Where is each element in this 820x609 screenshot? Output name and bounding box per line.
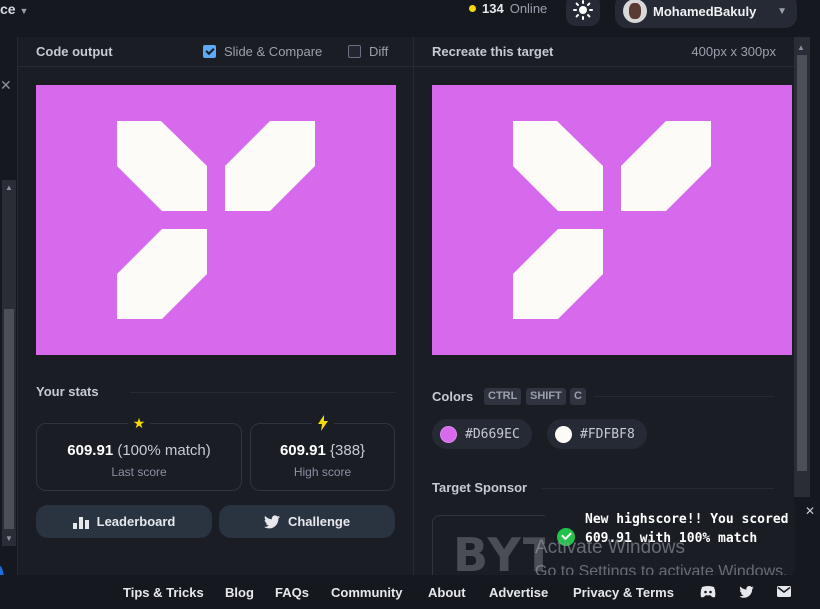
divider [542, 488, 774, 489]
target-shapes [513, 121, 711, 319]
online-indicator: 134 Online [469, 1, 547, 16]
top-bar: ce ▼ 134 Online MohamedBakuly ▼ [0, 0, 820, 36]
kbd-shift: SHIFT [526, 388, 566, 405]
discord-icon[interactable] [700, 586, 716, 598]
last-score-label: Last score [111, 465, 167, 479]
toast-close-icon[interactable]: ✕ [805, 504, 815, 518]
avatar [623, 0, 647, 23]
high-score-label: High score [293, 465, 352, 479]
last-score: 609.91 (100% match) [67, 442, 211, 459]
challenge-button[interactable]: Challenge [219, 505, 395, 538]
shape-top-right [225, 121, 315, 211]
sun-icon [573, 0, 593, 20]
online-dot-icon [469, 5, 476, 12]
footer-link-tips[interactable]: Tips & Tricks [123, 585, 204, 600]
code-output-canvas[interactable] [36, 85, 396, 355]
color-hex: #D669EC [465, 426, 520, 442]
last-score-card: ★ 609.91 (100% match) Last score [36, 414, 242, 491]
diff-label: Diff [369, 44, 389, 59]
online-label: Online [509, 1, 548, 16]
slide-compare-label: Slide & Compare [224, 44, 323, 59]
right-scrollbar[interactable]: ▲ [794, 37, 810, 497]
user-menu-button[interactable]: MohamedBakuly ▼ [615, 0, 797, 28]
divider [130, 392, 395, 393]
shape-top-left [117, 121, 207, 211]
high-score-card: 609.91 {388} High score [250, 414, 395, 491]
footer: Tips & Tricks Blog FAQs Community About … [0, 575, 820, 609]
footer-link-advertise[interactable]: Advertise [489, 585, 548, 600]
watermark-line1: Activate Windows [535, 537, 685, 558]
kbd-ctrl: CTRL [484, 388, 522, 405]
color-dot [555, 425, 572, 443]
close-icon[interactable]: ✕ [0, 77, 12, 94]
output-shapes [117, 121, 315, 319]
online-count: 134 [482, 1, 504, 16]
leaderboard-label: Leaderboard [96, 514, 176, 529]
leaderboard-button[interactable]: Leaderboard [36, 505, 212, 538]
target-dimensions: 400px x 300px [691, 44, 776, 59]
code-output-title: Code output [36, 44, 113, 59]
footer-link-blog[interactable]: Blog [225, 585, 254, 600]
color-hex: #FDFBF8 [580, 426, 635, 442]
left-scrollbar-thumb[interactable] [4, 309, 14, 529]
color-swatch-1[interactable]: #D669EC [432, 419, 532, 449]
footer-link-privacy[interactable]: Privacy & Terms [573, 585, 674, 600]
code-output-header: Code output Slide & Compare Diff [18, 37, 413, 67]
left-sidebar-edge: ✕ ▲ ▼ [0, 37, 18, 609]
your-stats-title: Your stats [36, 384, 99, 399]
scroll-down-icon[interactable]: ▼ [5, 534, 13, 543]
sponsor-title: Target Sponsor [432, 480, 528, 495]
shape-bottom [513, 229, 603, 319]
high-score: 609.91 {388} [279, 442, 366, 459]
target-canvas [432, 85, 792, 355]
shape-top-right [621, 121, 711, 211]
scroll-up-icon[interactable]: ▲ [797, 43, 805, 52]
diff-checkbox[interactable] [348, 45, 361, 58]
target-header: Recreate this target 400px x 300px [414, 37, 794, 67]
theme-toggle-button[interactable] [566, 0, 600, 26]
bar-chart-icon [72, 516, 89, 529]
slide-compare-checkbox[interactable] [203, 45, 216, 58]
challenge-label: Challenge [287, 514, 351, 529]
mail-icon[interactable] [777, 586, 791, 597]
username: MohamedBakuly [653, 3, 757, 19]
bolt-icon [311, 414, 334, 432]
color-dot [440, 425, 457, 443]
target-title: Recreate this target [432, 44, 554, 59]
diff-toggle[interactable]: Diff [348, 44, 388, 59]
twitter-icon[interactable] [739, 586, 754, 598]
footer-link-about[interactable]: About [428, 585, 466, 600]
footer-link-community[interactable]: Community [331, 585, 403, 600]
code-output-panel: Code output Slide & Compare Diff Your st… [18, 37, 414, 575]
chevron-down-icon: ▼ [777, 5, 787, 17]
target-panel: Recreate this target 400px x 300px Color… [414, 37, 794, 585]
footer-link-faqs[interactable]: FAQs [275, 585, 309, 600]
kbd-c: C [570, 388, 586, 405]
nav-menu-partial[interactable]: ce ▼ [0, 1, 28, 17]
shape-bottom [117, 229, 207, 319]
slide-compare-toggle[interactable]: Slide & Compare [203, 44, 322, 59]
color-swatch-2[interactable]: #FDFBF8 [547, 419, 647, 449]
right-scrollbar-thumb[interactable] [797, 55, 807, 471]
scroll-up-icon[interactable]: ▲ [5, 183, 13, 192]
colors-title: Colors [432, 389, 474, 404]
shape-top-left [513, 121, 603, 211]
twitter-icon [263, 514, 280, 528]
star-icon: ★ [128, 414, 150, 432]
divider [594, 396, 774, 397]
